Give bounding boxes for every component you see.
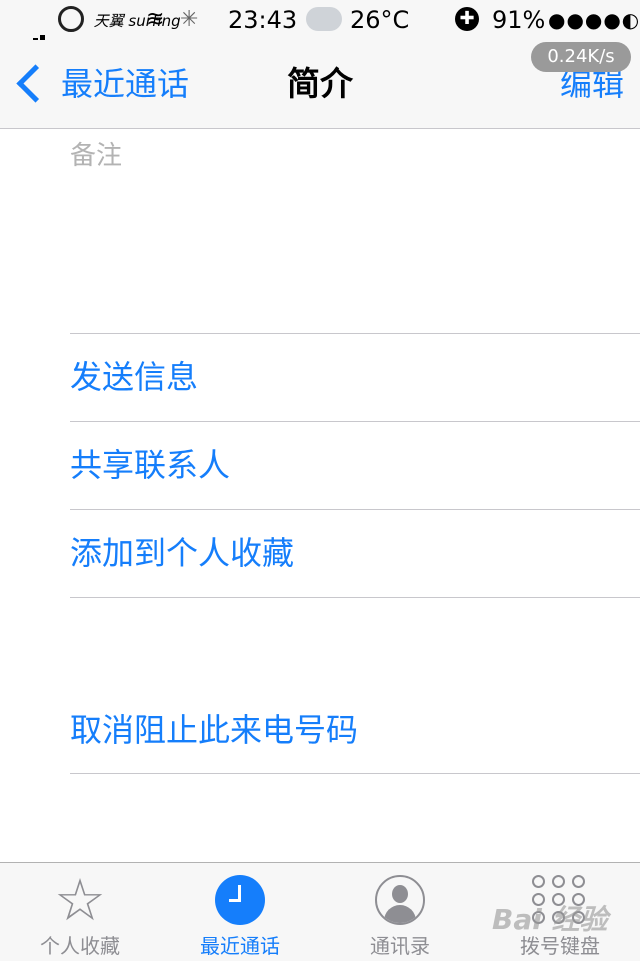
tab-favorites[interactable]: ☆ 个人收藏 [0, 863, 160, 961]
weather: 26°C [306, 0, 409, 40]
divider [70, 509, 640, 510]
notes-field[interactable]: 备注 [70, 136, 122, 176]
battery-icon: ●●●●◐⚡ [548, 8, 640, 32]
carrier-name: 天翼 surfing [93, 12, 181, 30]
contact-icon [375, 875, 425, 925]
tab-favorites-label: 个人收藏 [40, 934, 120, 958]
network-speed-badge: 0.24K/s [531, 42, 631, 72]
page-title: 简介 [287, 64, 353, 103]
tab-recents-label: 最近通话 [200, 934, 280, 958]
divider [70, 333, 640, 334]
send-message-button[interactable]: 发送信息 [70, 353, 198, 401]
battery-percentage: 91% [492, 6, 546, 34]
back-button[interactable]: 最近通话 [14, 62, 189, 106]
cloud-icon [306, 7, 342, 31]
share-contact-button[interactable]: 共享联系人 [70, 441, 230, 489]
back-button-label: 最近通话 [61, 65, 190, 103]
divider [70, 773, 640, 774]
rotation-lock-icon: ✚ [455, 7, 479, 31]
chevron-left-icon [16, 63, 55, 103]
navigation-bar: 最近通话 简介 编辑 0.24K/s [0, 40, 640, 129]
divider [70, 421, 640, 422]
temperature: 26°C [350, 6, 410, 34]
baidu-watermark: Bai 经验 [492, 903, 608, 936]
add-to-favorites-button[interactable]: 添加到个人收藏 [70, 529, 294, 577]
wifi-icon: ≋ [146, 7, 165, 32]
tab-recents[interactable]: 最近通话 [160, 863, 320, 961]
rotation-lock: ✚ [455, 0, 479, 40]
clock-icon [215, 875, 265, 925]
activity-spinner-icon: ✳ [180, 7, 199, 32]
status-bar: 天翼 surfing ≋ ✳ 23:43 26°C ✚ 91% ●●●●◐⚡ [0, 0, 640, 52]
tab-contacts[interactable]: 通讯录 [320, 863, 480, 961]
divider [70, 597, 640, 598]
signal-strength-icon [12, 12, 47, 52]
carrier-logo-icon [58, 6, 84, 32]
status-time: 23:43 [228, 6, 298, 34]
unblock-caller-button[interactable]: 取消阻止此来电号码 [70, 706, 358, 754]
tab-contacts-label: 通讯录 [370, 934, 430, 958]
star-icon: ☆ [54, 866, 106, 934]
